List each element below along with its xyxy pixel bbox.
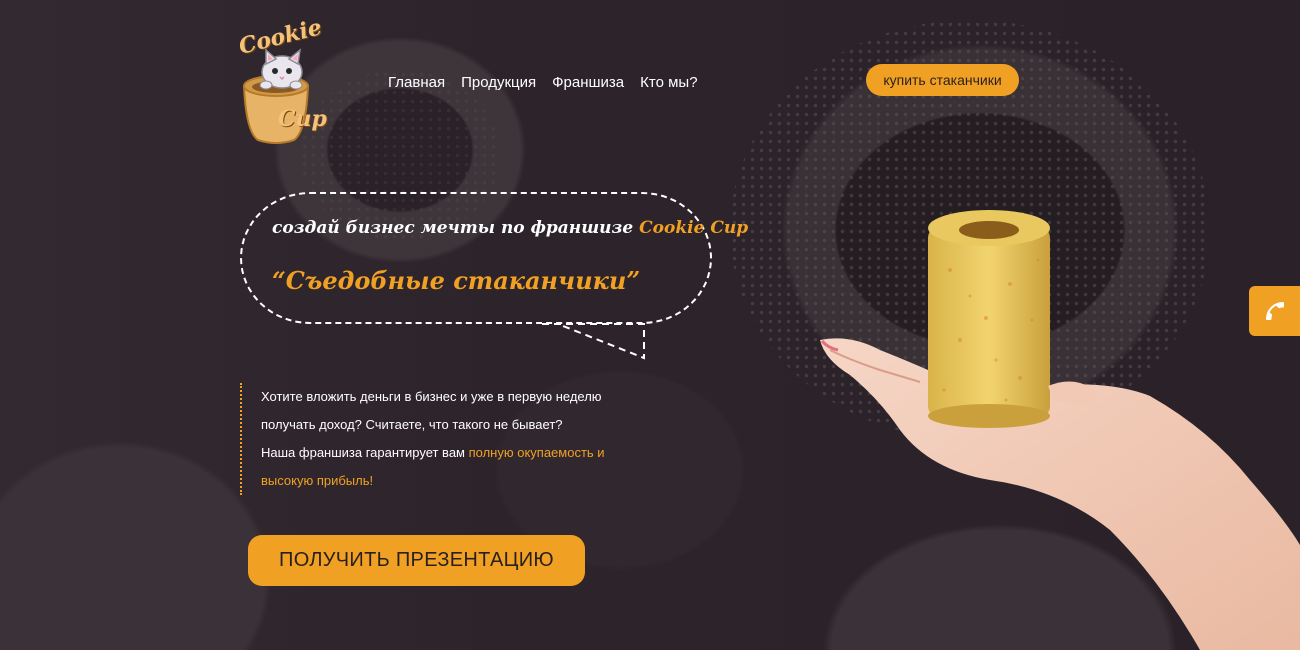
buy-cups-button[interactable]: купить стаканчики	[866, 64, 1019, 96]
nav-item-franchise[interactable]: Франшиза	[552, 74, 624, 91]
description-line-3-prefix: Наша франшиза гарантирует вам	[261, 445, 469, 460]
phone-icon	[1265, 302, 1284, 320]
speech-bubble-tail	[542, 323, 645, 360]
nav-item-products[interactable]: Продукция	[461, 74, 536, 91]
description-line-3: Наша франшиза гарантирует вам полную оку…	[261, 439, 640, 467]
hero-slogan: “Съедобные стаканчики”	[272, 266, 641, 295]
description-line-3-accent: полную окупаемость и	[468, 445, 605, 460]
hero-headline-brand: Cookie Cup	[639, 218, 749, 238]
hero-description: Хотите вложить деньги в бизнес и уже в п…	[240, 383, 640, 495]
nav-item-about[interactable]: Кто мы?	[640, 74, 697, 91]
description-line-1: Хотите вложить деньги в бизнес и уже в п…	[261, 389, 602, 404]
logo-text-cup: Cup	[278, 106, 327, 132]
description-line-4: высокую прибыль!	[261, 473, 374, 488]
hero-headline: создай бизнес мечты по франшизе Cookie C…	[272, 218, 748, 238]
callback-phone-button[interactable]	[1249, 286, 1300, 336]
logo[interactable]: Cookie Cup	[236, 14, 336, 146]
speech-bubble	[240, 192, 712, 324]
get-presentation-button[interactable]: ПОЛУЧИТЬ ПРЕЗЕНТАЦИЮ	[248, 535, 585, 586]
hand-holding-cup-image	[820, 210, 1300, 650]
description-line-2: получать доход? Считаете, что такого не …	[261, 417, 563, 432]
nav-item-home[interactable]: Главная	[388, 74, 445, 91]
main-nav: Главная Продукция Франшиза Кто мы?	[388, 74, 698, 91]
hero-headline-prefix: создай бизнес мечты по франшизе	[272, 218, 640, 238]
